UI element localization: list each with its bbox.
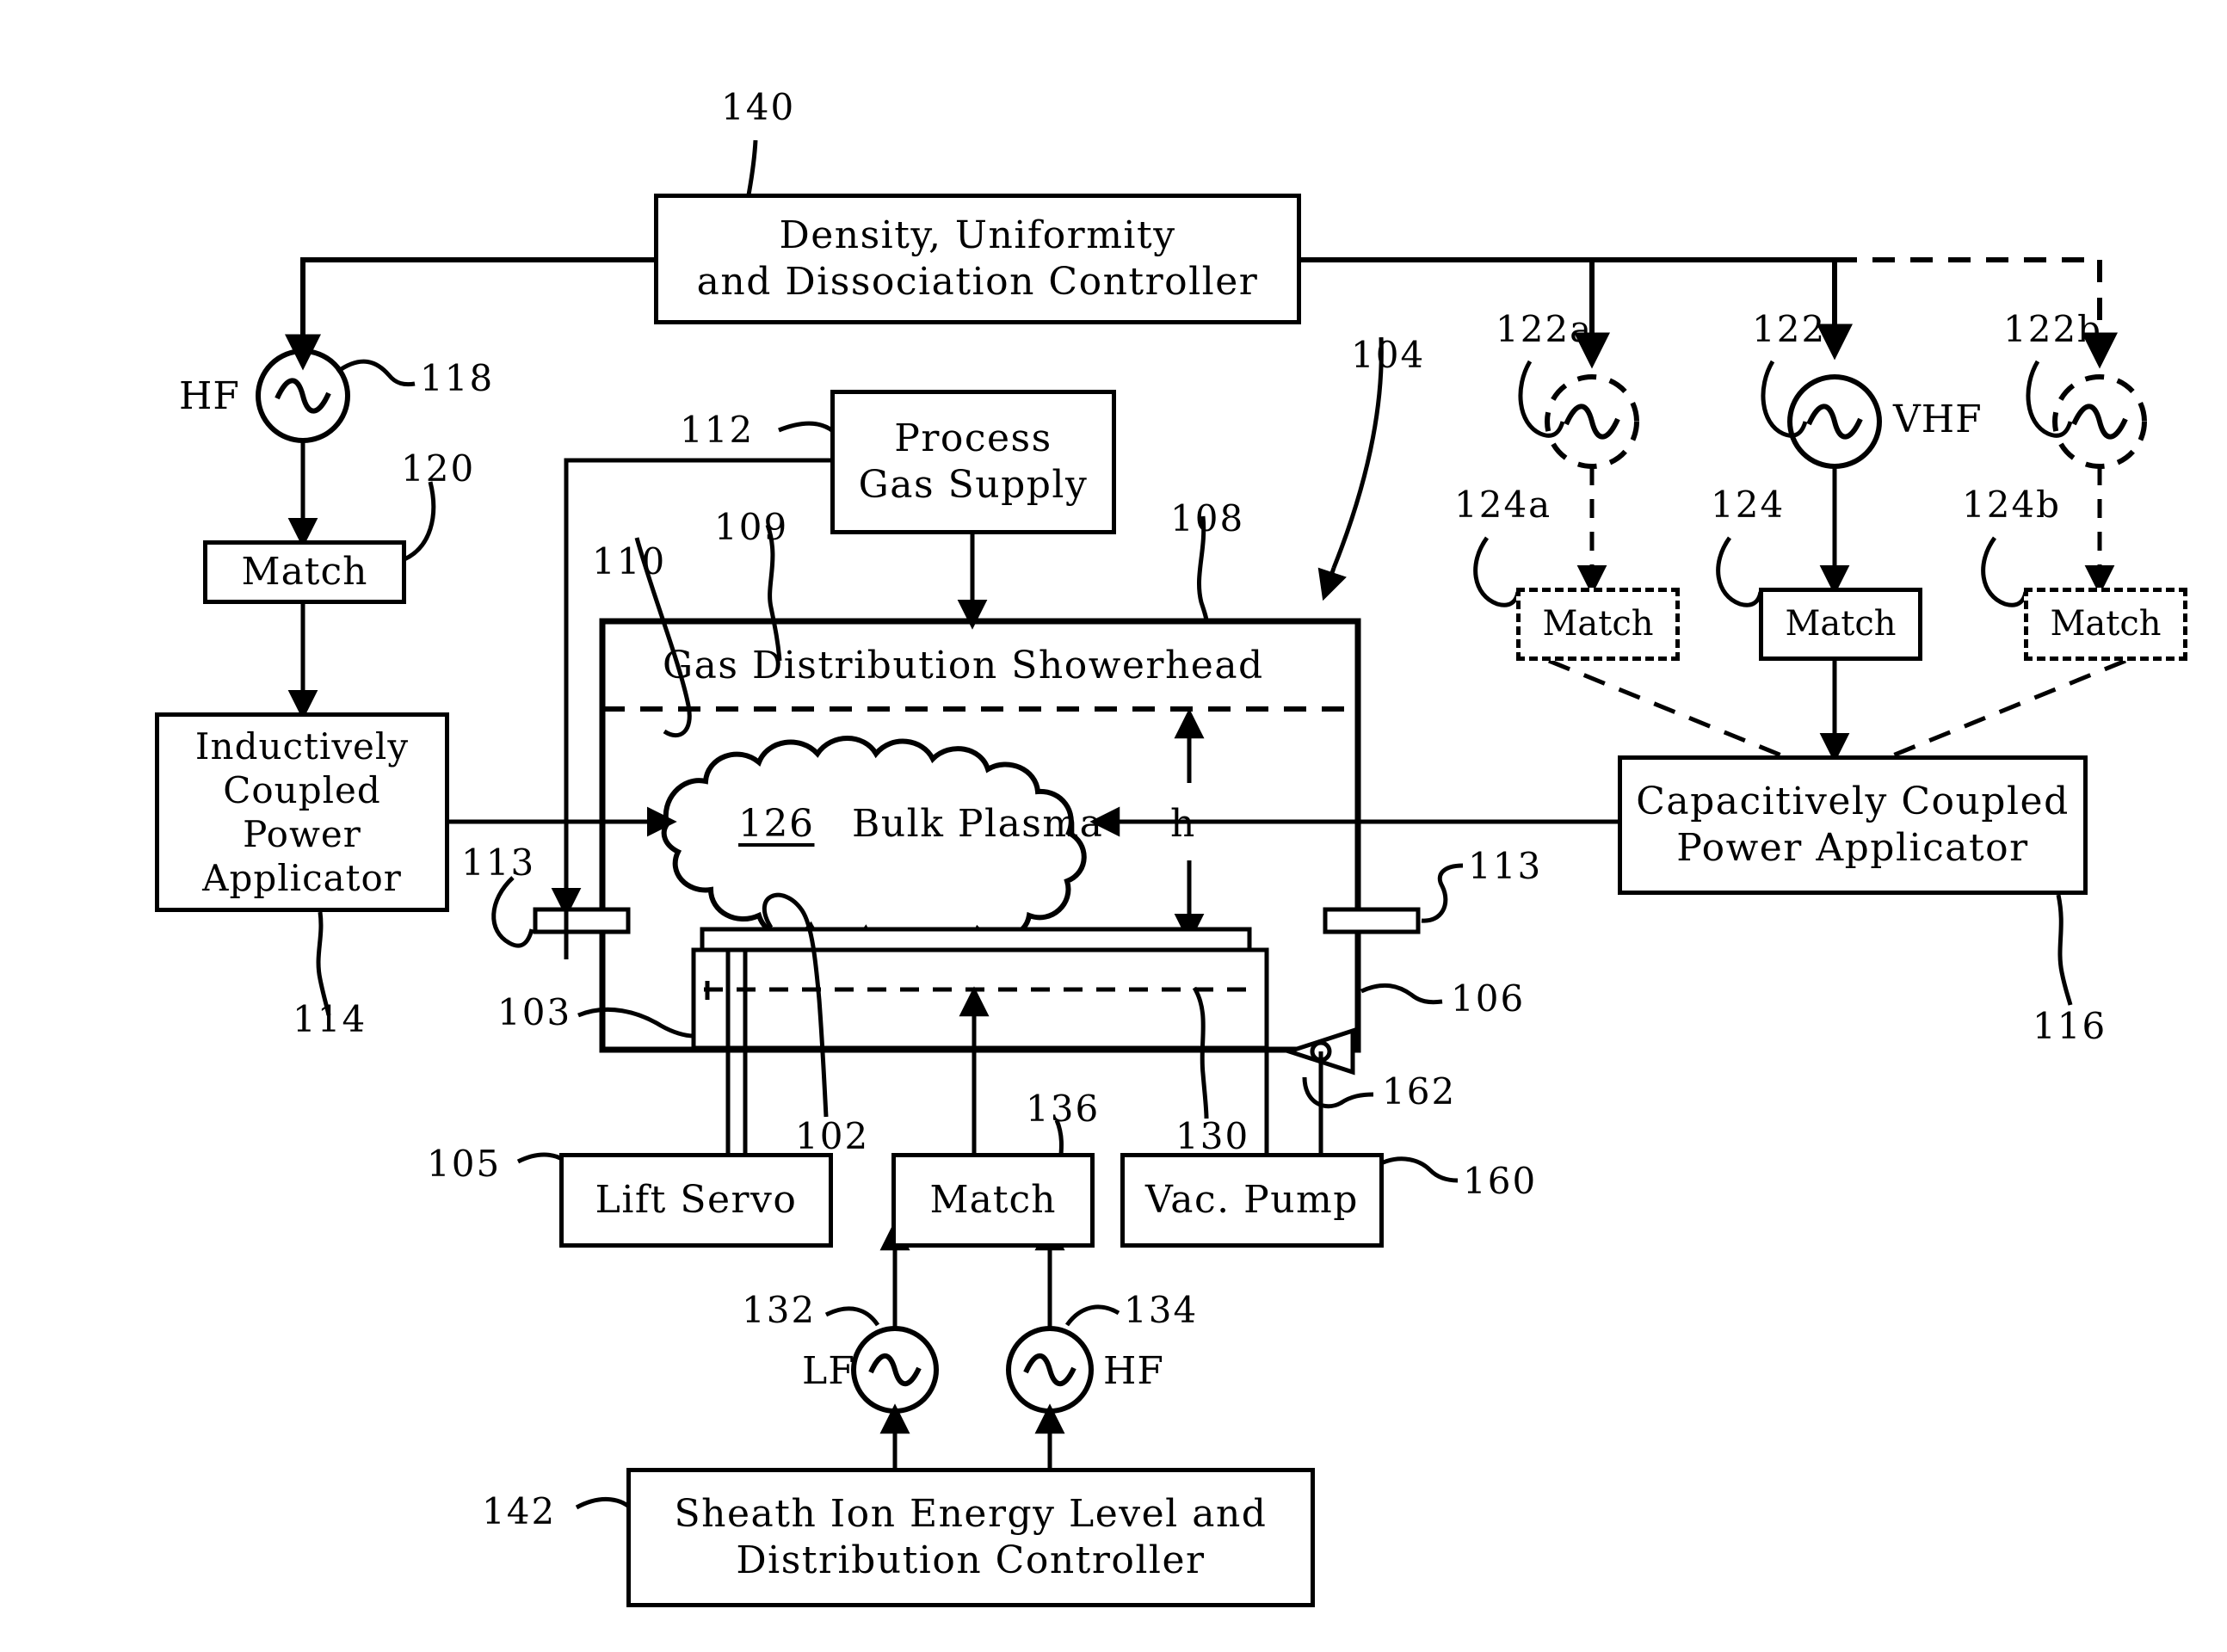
ref-136: 136 [1026, 1088, 1101, 1130]
hf-source-118-label: HF [179, 374, 240, 418]
icp-line4: Applicator [202, 857, 402, 900]
ref-109: 109 [714, 506, 789, 548]
match-120-label: Match [241, 550, 368, 595]
ref-122: 122 [1752, 308, 1827, 350]
icp-line2: Coupled [223, 768, 381, 811]
sheath-ion-energy-controller-box[interactable]: Sheath Ion Energy Level and Distribution… [626, 1468, 1315, 1607]
ref-114: 114 [293, 998, 367, 1040]
hf-bias-source-134-label: HF [1103, 1349, 1164, 1393]
vhf-source-122-label: VHF [1893, 398, 1983, 441]
process-gas-supply-box[interactable]: Process Gas Supply [830, 390, 1116, 534]
match-124-label: Match [1785, 604, 1897, 644]
lf-bias-source-132-label: LF [802, 1349, 855, 1393]
plasma-ref-number: 126 [738, 802, 815, 846]
ref-132: 132 [742, 1289, 817, 1331]
match-124b-label: Match [2050, 604, 2162, 644]
sheath-controller-line1: Sheath Ion Energy Level and [674, 1492, 1268, 1537]
ref-113-left: 113 [461, 841, 536, 884]
gas-supply-line1: Process [894, 416, 1052, 461]
gas-distribution-showerhead-label: Gas Distribution Showerhead [663, 644, 1264, 687]
lift-servo-box[interactable]: Lift Servo [559, 1153, 833, 1248]
gas-supply-line2: Gas Supply [858, 463, 1089, 507]
patent-figure-canvas: Density, Uniformity and Dissociation Con… [0, 0, 2227, 1652]
ref-140: 140 [721, 86, 796, 128]
lift-servo-label: Lift Servo [595, 1178, 798, 1223]
ref-102: 102 [795, 1115, 870, 1157]
vac-pump-label: Vac. Pump [1145, 1178, 1359, 1223]
ccp-line2: Power Applicator [1676, 826, 2029, 870]
ref-122a: 122a [1496, 308, 1594, 350]
ref-124: 124 [1711, 484, 1786, 526]
ref-120: 120 [401, 447, 476, 490]
match-box-124b[interactable]: Match [2024, 588, 2187, 661]
ref-104: 104 [1351, 334, 1426, 376]
sheath-controller-line2: Distribution Controller [736, 1538, 1206, 1582]
ref-112: 112 [680, 409, 755, 451]
ref-134: 134 [1124, 1289, 1199, 1331]
ref-124a: 124a [1454, 484, 1552, 526]
ref-162: 162 [1382, 1070, 1457, 1113]
bulk-plasma-label: Bulk Plasma [852, 802, 1104, 846]
icp-line1: Inductively [194, 724, 410, 767]
match-124a-label: Match [1542, 604, 1654, 644]
ref-106: 106 [1451, 977, 1526, 1020]
icp-line3: Power [243, 813, 361, 855]
ref-116: 116 [2033, 1005, 2107, 1047]
capacitively-coupled-power-applicator-box[interactable]: Capacitively Coupled Power Applicator [1618, 755, 2088, 895]
match-box-120[interactable]: Match [203, 540, 406, 604]
inductively-coupled-power-applicator-box[interactable]: Inductively Coupled Power Applicator [155, 712, 449, 912]
ref-105: 105 [427, 1143, 502, 1185]
vacuum-pump-box[interactable]: Vac. Pump [1120, 1153, 1384, 1248]
plasma-gap-h-label: h [1170, 802, 1196, 846]
match-box-124a[interactable]: Match [1516, 588, 1680, 661]
ref-103: 103 [497, 991, 572, 1033]
controller-140-line2: and Dissociation Controller [696, 260, 1259, 304]
ccp-line1: Capacitively Coupled [1636, 780, 2070, 824]
match-136-label: Match [929, 1178, 1057, 1223]
ref-142: 142 [482, 1490, 557, 1532]
match-box-124[interactable]: Match [1759, 588, 1922, 661]
ref-124b: 124b [1962, 484, 2062, 526]
ref-130: 130 [1175, 1115, 1250, 1157]
ref-113-right: 113 [1468, 845, 1543, 887]
controller-140-line1: Density, Uniformity [779, 213, 1176, 258]
ref-160: 160 [1463, 1160, 1538, 1202]
ref-122b: 122b [2003, 308, 2103, 350]
bulk-plasma-ref-126: 126 [738, 802, 814, 846]
match-box-136[interactable]: Match [891, 1153, 1095, 1248]
ref-110: 110 [592, 540, 667, 583]
density-uniformity-dissociation-controller-box[interactable]: Density, Uniformity and Dissociation Con… [654, 194, 1301, 324]
ref-118: 118 [420, 357, 495, 399]
ref-108: 108 [1170, 497, 1245, 539]
